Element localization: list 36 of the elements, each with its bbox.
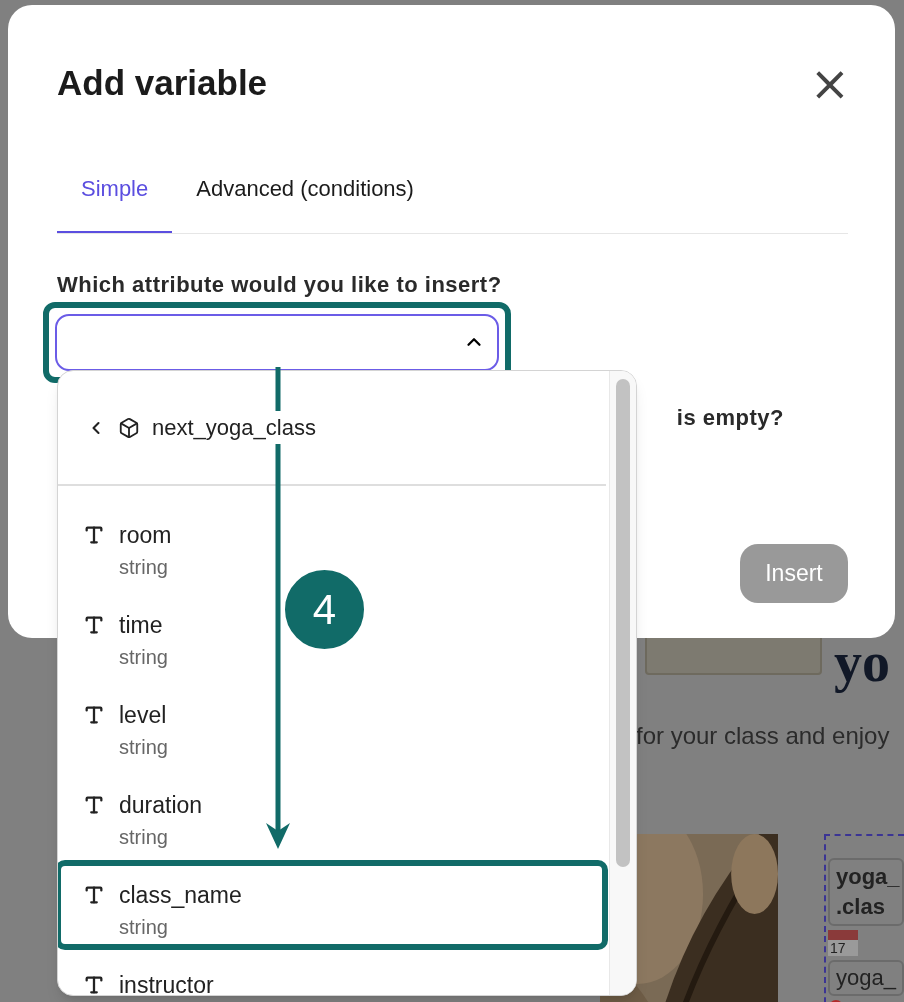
attribute-option[interactable]: instructor bbox=[58, 950, 230, 995]
text-type-icon bbox=[83, 794, 105, 816]
text-type-icon bbox=[83, 884, 105, 906]
parent-name: next_yoga_class bbox=[152, 411, 316, 444]
scrollbar-thumb[interactable] bbox=[616, 379, 630, 867]
option-name: class_name bbox=[119, 881, 242, 910]
option-type: string bbox=[119, 735, 168, 760]
chip-text: .clas bbox=[836, 893, 886, 921]
option-name: level bbox=[119, 701, 168, 730]
attribute-option[interactable]: class_name string bbox=[58, 860, 608, 950]
intro-text: for your class and enjoy bbox=[636, 721, 891, 751]
option-name: duration bbox=[119, 791, 203, 820]
text-type-icon bbox=[83, 614, 105, 636]
question-label: Which attribute would you like to insert? bbox=[57, 270, 503, 299]
text-type-icon bbox=[83, 704, 105, 726]
attribute-option[interactable]: room string bbox=[58, 500, 188, 590]
close-button[interactable]: × bbox=[809, 59, 850, 108]
variable-chip: yoga_ bbox=[828, 960, 904, 996]
option-name: room bbox=[119, 521, 172, 550]
option-type: string bbox=[119, 645, 168, 670]
option-type: string bbox=[119, 915, 169, 940]
cube-icon bbox=[118, 416, 140, 439]
text-type-icon bbox=[83, 524, 105, 546]
option-type: string bbox=[119, 825, 169, 850]
tab[interactable]: Simple bbox=[57, 171, 173, 233]
option-name: time bbox=[119, 611, 164, 640]
attribute-option[interactable]: level string bbox=[58, 680, 184, 770]
option-type: string bbox=[119, 555, 169, 580]
question-label: is empty? bbox=[676, 403, 784, 432]
calendar-icon: 17 bbox=[828, 930, 858, 956]
tab[interactable]: Advanced (conditions) bbox=[172, 171, 438, 233]
text-type-icon bbox=[83, 974, 105, 995]
attribute-option[interactable]: time string bbox=[58, 590, 184, 680]
attribute-option[interactable]: duration string bbox=[58, 770, 219, 860]
dialog-title: Add variable bbox=[57, 62, 268, 104]
option-name: instructor bbox=[119, 971, 214, 995]
